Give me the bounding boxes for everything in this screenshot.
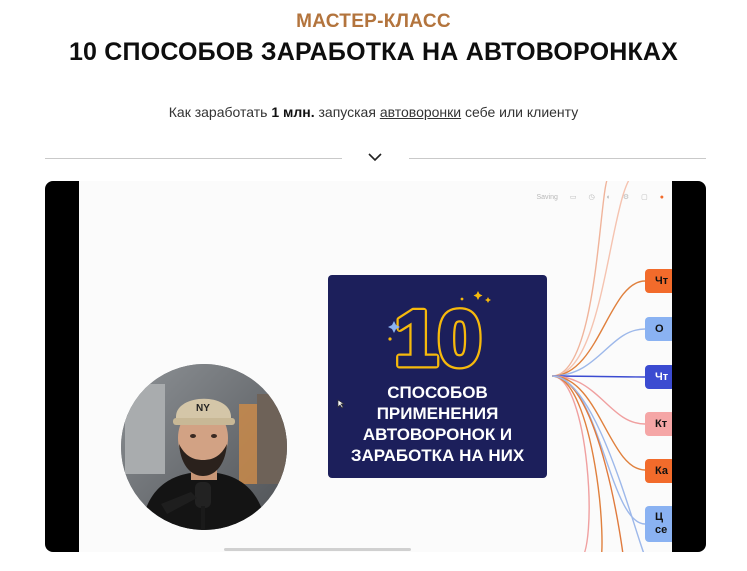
cap-logo: NY [196,403,210,414]
panel-icon: ▢ [641,194,648,201]
page-title: 10 СПОСОБОВ ЗАРАБОТКА НА АВТОВОРОНКАХ [68,38,679,66]
saving-label: Saving [536,193,558,201]
contrast-icon: ◐ [606,193,611,201]
cursor-icon [337,399,345,409]
mindmap-tag-2: О [645,317,672,341]
divider-right [409,158,706,159]
subtitle-mid: запуская [314,104,380,120]
mindmap-tag-1: Чт [645,269,672,293]
gear-icon: ⚙ [622,194,630,201]
presenter-avatar: NY [121,364,287,530]
status-dot-icon: ● [659,193,664,201]
card-line-4: ЗАРАБОТКА НА НИХ [350,446,525,465]
slide-card: 10 10 СПОСОБОВ ПРИМЕНЕНИЯ АВТОВОРОНОК И … [328,275,547,478]
card-text: СПОСОБОВ ПРИМЕНЕНИЯ АВТОВОРОНОК И ЗАРАБО… [328,382,547,466]
mindmap-tag-3: Чт [645,365,672,389]
tag-label: Ц [655,511,664,523]
tag-label: Чт [655,275,669,287]
chevron-down-icon[interactable] [367,151,383,163]
eyebrow-label: МАСТЕР-КЛАСС [296,11,451,32]
subtitle-link[interactable]: автоворонки [380,104,461,120]
card-line-1: СПОСОБОВ [387,383,488,402]
video-player[interactable]: Saving ▭ ◷ ◐ ⚙ ▢ ● 10 10 СПОСОБОВ ПРИМЕН… [45,181,706,552]
tag-label-2: се [655,524,668,536]
clock-icon: ◷ [588,194,595,201]
subtitle-bold: 1 млн. [271,104,315,120]
video-progress-bar[interactable] [224,548,411,551]
mindmap-tag-5: Ка [645,459,672,483]
subtitle-suffix: себе или клиенту [461,104,579,120]
presenter-illustration: NY [121,364,287,530]
app-toolbar: Saving ▭ ◷ ◐ ⚙ ▢ ● [536,193,664,202]
mindmap-tag-6: Цсе [645,506,672,542]
subtitle-prefix: Как заработать [168,104,272,120]
video-frame: Saving ▭ ◷ ◐ ⚙ ▢ ● 10 10 СПОСОБОВ ПРИМЕН… [79,181,672,552]
image-icon: ▭ [569,194,577,201]
sparkle-icon [388,291,491,341]
tag-label: Ка [655,465,668,477]
card-line-2: ПРИМЕНЕНИЯ [376,404,499,423]
divider-left [45,158,342,159]
card-line-3: АВТОВОРОНОК И [362,425,513,444]
tag-label: Чт [655,371,669,383]
subtitle: Как заработать 1 млн. запуская автоворон… [0,104,747,120]
tag-label: О [655,323,664,335]
mindmap-tag-4: Кт [645,412,672,436]
tag-label: Кт [655,418,668,430]
